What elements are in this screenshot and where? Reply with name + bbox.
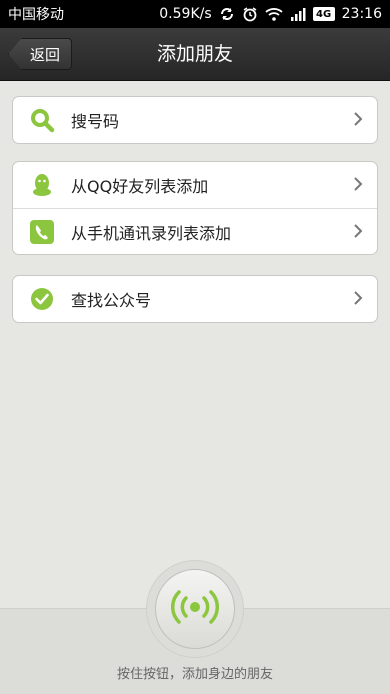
signal-icon [290, 6, 306, 22]
qq-icon [29, 172, 55, 198]
list-item-label: 从手机通讯录列表添加 [71, 223, 232, 243]
search-icon [29, 107, 55, 133]
chevron-right-icon [353, 291, 363, 309]
official-account-group: 查找公众号 [12, 275, 378, 323]
battery-icon: 4G [312, 7, 335, 21]
list-item-label: 查找公众号 [71, 291, 152, 310]
import-group: 从QQ好友列表添加 从手机通讯录列表添加 [12, 161, 378, 255]
carrier-label: 中国移动 [8, 7, 64, 23]
clock: 23:16 [341, 6, 382, 22]
list-item-label: 搜号码 [71, 112, 120, 131]
status-bar: 中国移动 0.59K/s 4G 23:16 [0, 0, 390, 28]
list-item-search-number[interactable]: 搜号码 [13, 97, 377, 143]
alarm-icon [242, 6, 258, 22]
chevron-right-icon [353, 112, 363, 130]
chevron-right-icon [353, 177, 363, 195]
list-item-phone-contacts[interactable]: 从手机通讯录列表添加 [13, 208, 377, 254]
check-icon [29, 286, 55, 312]
sync-icon [219, 6, 235, 22]
network-speed: 0.59K/s [159, 6, 212, 22]
phone-icon [29, 219, 55, 245]
title-bar: 添加朋友 返回 [0, 28, 390, 81]
list-item-find-official-account[interactable]: 查找公众号 [13, 276, 377, 322]
radar-hint: 按住按钮，添加身边的朋友 [116, 667, 273, 682]
radar-button[interactable] [155, 569, 235, 649]
search-group: 搜号码 [12, 96, 378, 144]
status-right: 0.59K/s 4G 23:16 [159, 6, 382, 22]
wifi-icon [265, 6, 283, 22]
radar-icon [171, 587, 219, 631]
chevron-right-icon [353, 224, 363, 242]
list-item-label: 从QQ好友列表添加 [71, 177, 209, 196]
list-item-qq-friends[interactable]: 从QQ好友列表添加 [13, 162, 377, 208]
